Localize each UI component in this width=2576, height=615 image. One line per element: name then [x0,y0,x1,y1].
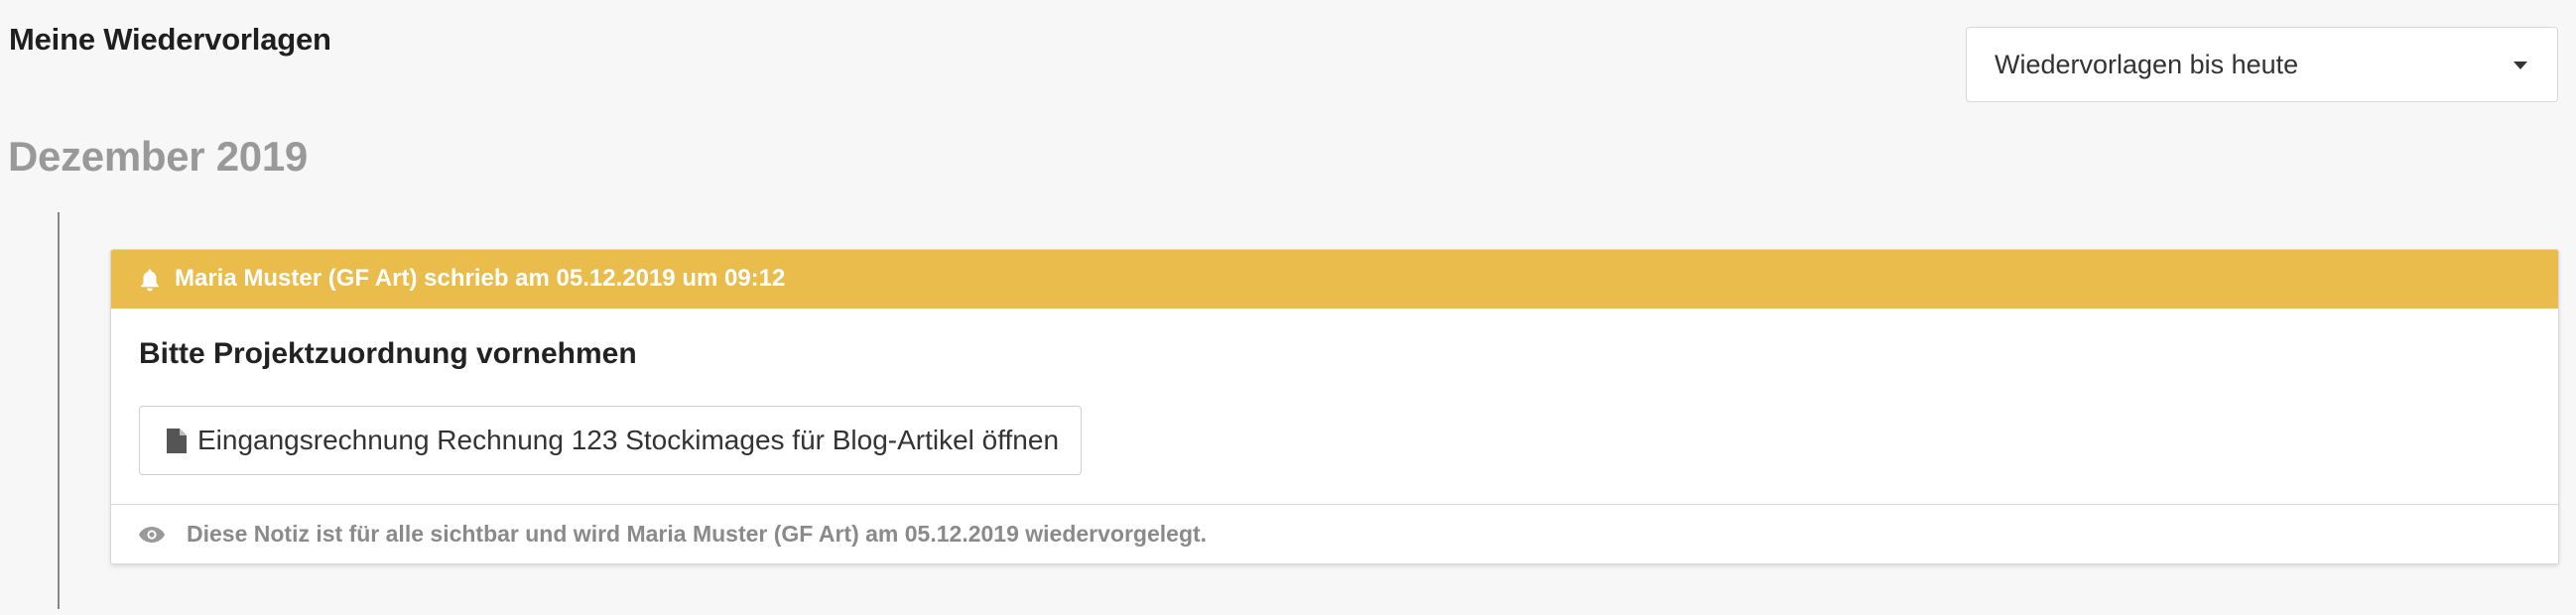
filter-select[interactable]: Wiedervorlagen bis heute [1966,27,2558,102]
month-heading: Dezember 2019 [8,133,308,180]
note-visibility-text: Diese Notiz ist für alle sichtbar und wi… [187,521,1208,547]
note-footer: Diese Notiz ist für alle sichtbar und wi… [111,504,2558,563]
filter-select-value: Wiedervorlagen bis heute [1995,50,2299,79]
note-header: Maria Muster (GF Art) schrieb am 05.12.2… [111,250,2558,308]
timeline-line [58,212,60,609]
open-document-button[interactable]: Eingangsrechnung Rechnung 123 Stockimage… [139,406,1083,475]
page-title: Meine Wiedervorlagen [9,22,331,57]
note-title: Bitte Projektzuordnung vornehmen [139,337,637,370]
chevron-down-icon [2513,62,2527,69]
note-author-line: Maria Muster (GF Art) schrieb am 05.12.2… [175,265,786,292]
note-card: Maria Muster (GF Art) schrieb am 05.12.2… [110,249,2559,564]
bell-icon [141,269,159,292]
file-icon [167,429,187,453]
eye-icon [139,527,165,543]
open-document-label: Eingangsrechnung Rechnung 123 Stockimage… [197,425,1060,455]
